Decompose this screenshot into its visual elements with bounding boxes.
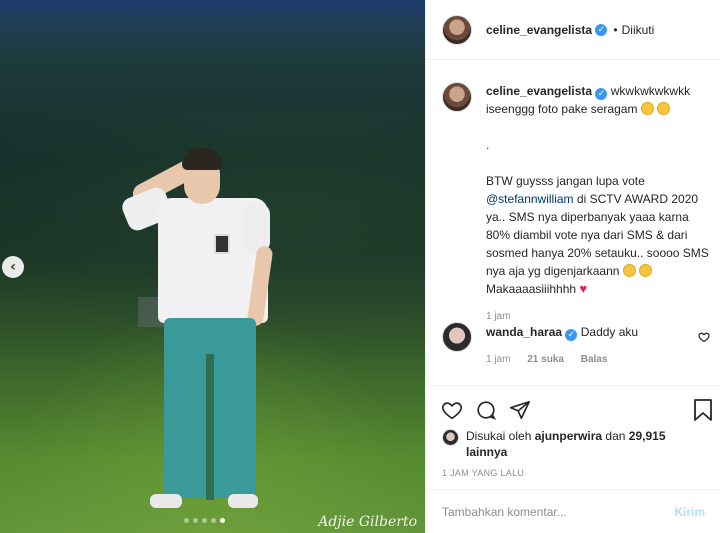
verified-icon: ✓ — [565, 329, 578, 341]
likes-text: Disukai oleh ajunperwira dan 29,915 lain… — [466, 428, 706, 460]
comment-button[interactable] — [474, 398, 498, 422]
save-button[interactable] — [692, 398, 716, 422]
red-heart-icon: ♥ — [579, 281, 588, 296]
caption-line1: wkwkwkwkwkk — [610, 84, 691, 98]
post-photo[interactable]: ‹ Adjie Gilberto — [0, 0, 425, 533]
comment-input[interactable] — [442, 504, 675, 519]
rofl-emoji-icon — [640, 102, 654, 115]
mention-link[interactable]: @stefannwilliam — [486, 192, 574, 206]
subject-right-sleeve — [242, 204, 270, 252]
likes-user-link[interactable]: ajunperwira — [535, 429, 602, 443]
avatar[interactable] — [442, 14, 472, 45]
reply-button[interactable]: Balas — [581, 354, 608, 365]
photo-subject — [119, 142, 290, 522]
avatar[interactable] — [442, 82, 472, 112]
comment-username[interactable]: wanda_haraa — [486, 325, 562, 339]
subject-right-shoe — [228, 494, 258, 508]
photo-watermark: Adjie Gilberto — [318, 514, 417, 530]
chevron-left-icon: ‹ — [10, 259, 16, 275]
header-separator: • — [613, 22, 618, 37]
likes-conj: dan — [605, 429, 626, 443]
avatar[interactable] — [442, 322, 472, 352]
bookmark-icon — [694, 399, 712, 421]
comment-text: Daddy aku — [580, 325, 639, 339]
post-header: celine_evangelista ✓ • Diikuti — [426, 0, 720, 60]
post-comment-button[interactable]: Kirim — [674, 505, 705, 519]
heart-outline-icon — [442, 402, 462, 420]
comment-time[interactable]: 1 jam — [486, 354, 510, 365]
carousel-dot — [184, 518, 189, 523]
heart-outline-icon — [698, 332, 710, 343]
caption-text-a: BTW guysss jangan lupa vote — [486, 174, 645, 188]
carousel-prev-button[interactable]: ‹ — [2, 256, 24, 278]
subject-left-shoe — [150, 494, 182, 508]
caption-dot: . — [486, 138, 490, 152]
tongue-emoji-icon — [657, 102, 671, 115]
comment-bubble-icon — [477, 401, 497, 420]
avatar[interactable] — [442, 429, 459, 446]
carousel-dots — [184, 518, 225, 523]
caption-username[interactable]: celine_evangelista — [486, 84, 592, 98]
caption-body: celine_evangelista ✓ wkwkwkwkwkk iseengg… — [486, 82, 714, 326]
share-button[interactable] — [508, 398, 532, 422]
comment-likes[interactable]: 21 suka — [527, 354, 564, 365]
caption-time[interactable]: 1 jam — [486, 308, 714, 326]
comment-body: wanda_haraa ✓ Daddy aku — [486, 325, 686, 341]
subject-hair — [182, 148, 222, 170]
like-button[interactable] — [440, 398, 464, 422]
carousel-dot — [193, 518, 198, 523]
carousel-dot — [211, 518, 216, 523]
post-panel: celine_evangelista ✓ • Diikuti celine_ev… — [425, 0, 720, 533]
verified-icon: ✓ — [595, 23, 608, 36]
carousel-dot — [202, 518, 207, 523]
subject-badge — [214, 234, 230, 254]
comment-meta: 1 jam 21 suka Balas — [486, 354, 621, 365]
header-username[interactable]: celine_evangelista — [486, 23, 592, 37]
post-timestamp[interactable]: 1 JAM YANG LALU — [442, 468, 524, 478]
caption-line2: iseenggg foto pake seragam — [486, 102, 638, 116]
action-bar — [426, 385, 720, 421]
subject-leg-gap — [206, 354, 214, 500]
heart-eyes-emoji-icon — [639, 264, 653, 277]
likes-prefix: Disukai oleh — [466, 429, 532, 443]
follow-status-button[interactable]: Diikuti — [622, 23, 655, 37]
comment-like-button[interactable] — [698, 331, 710, 346]
paper-plane-icon — [510, 400, 530, 420]
add-comment-bar: Kirim — [426, 489, 720, 533]
carousel-dot-active — [220, 518, 225, 523]
heart-eyes-emoji-icon — [622, 264, 636, 277]
verified-icon: ✓ — [595, 88, 608, 100]
caption-text-c: Makaaaasiiihhhh — [486, 282, 577, 296]
